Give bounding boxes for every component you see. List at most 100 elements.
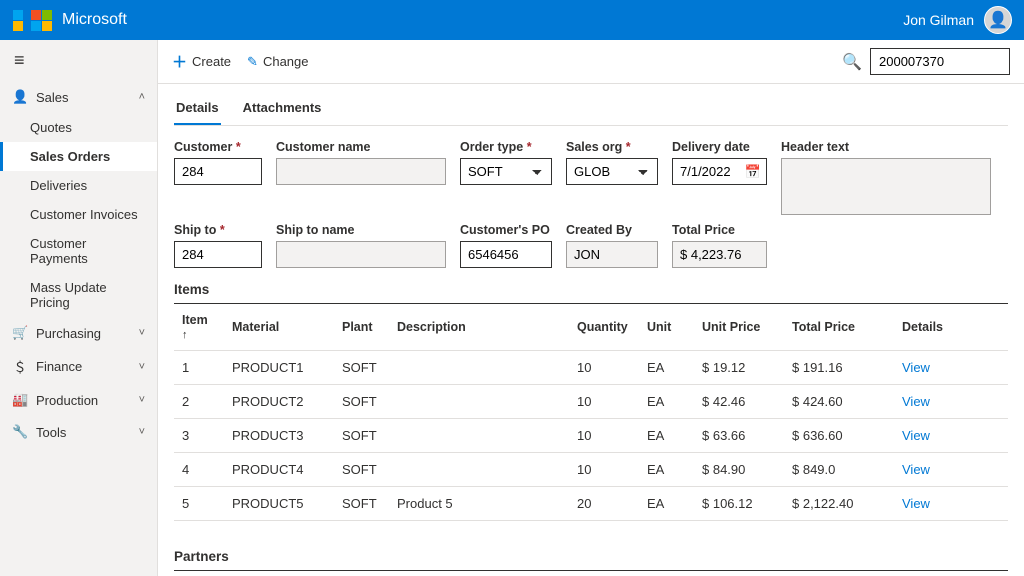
sidebar-item-customer-invoices[interactable]: Customer Invoices <box>0 200 157 229</box>
sidebar: ≡ 👤 Sales ˄ Quotes Sales Orders Deliveri… <box>0 40 158 576</box>
col-role[interactable]: Role <box>174 571 229 576</box>
sales-org-select[interactable]: GLOB <box>566 158 658 185</box>
view-link[interactable]: View <box>902 496 930 511</box>
col-quantity[interactable]: Quantity <box>569 304 639 351</box>
col-customer[interactable]: Customer <box>344 571 418 576</box>
col-description[interactable]: Description <box>229 571 344 576</box>
cell-unit: EA <box>639 385 694 419</box>
col-name[interactable]: Name <box>418 571 608 576</box>
create-label: Create <box>192 54 231 69</box>
label-ship-to: Ship to <box>174 223 262 237</box>
sidebar-item-quotes[interactable]: Quotes <box>0 113 157 142</box>
sidebar-group-finance[interactable]: ＄ Finance ˅ <box>0 349 157 384</box>
label-header-text: Header text <box>781 140 991 154</box>
sidebar-group-sales[interactable]: 👤 Sales ˄ <box>0 81 157 113</box>
col-city[interactable]: City <box>768 571 868 576</box>
col-material[interactable]: Material <box>224 304 334 351</box>
avatar[interactable]: 👤 <box>984 6 1012 34</box>
label-total-price: Total Price <box>672 223 767 237</box>
cell-material: PRODUCT1 <box>224 351 334 385</box>
app-header: Microsoft Jon Gilman 👤 <box>0 0 1024 40</box>
total-price-field <box>672 241 767 268</box>
cell-total_price: $ 849.0 <box>784 453 894 487</box>
cell-item: 1 <box>174 351 224 385</box>
sidebar-item-deliveries[interactable]: Deliveries <box>0 171 157 200</box>
order-type-select[interactable]: SOFT <box>460 158 552 185</box>
col-unit[interactable]: Unit <box>639 304 694 351</box>
customer-field[interactable] <box>174 158 262 185</box>
customers-po-field[interactable] <box>460 241 552 268</box>
dollar-icon: ＄ <box>12 357 28 376</box>
ship-to-field[interactable] <box>174 241 262 268</box>
search-icon[interactable]: 🔍 <box>842 52 862 72</box>
col-unit-price[interactable]: Unit Price <box>694 304 784 351</box>
edit-icon: ✎ <box>247 54 258 70</box>
microsoft-logo-icon <box>31 10 52 31</box>
cell-plant: SOFT <box>334 385 389 419</box>
col-total-price[interactable]: Total Price <box>784 304 894 351</box>
sidebar-group-production[interactable]: 🏭 Production ˅ <box>0 384 157 416</box>
cell-material: PRODUCT5 <box>224 487 334 521</box>
header-text-field[interactable] <box>781 158 991 215</box>
label-customer: Customer <box>174 140 262 154</box>
sidebar-label: Production <box>36 393 98 408</box>
sidebar-item-mass-update-pricing[interactable]: Mass Update Pricing <box>0 273 157 317</box>
cell-unit_price: $ 106.12 <box>694 487 784 521</box>
label-ship-to-name: Ship to name <box>276 223 446 237</box>
search-input[interactable] <box>870 48 1010 75</box>
col-plant[interactable]: Plant <box>334 304 389 351</box>
user-name[interactable]: Jon Gilman <box>903 12 974 28</box>
table-row: 5PRODUCT5SOFTProduct 520EA$ 106.12$ 2,12… <box>174 487 1008 521</box>
change-button[interactable]: ✎ Change <box>247 54 308 70</box>
sidebar-item-customer-payments[interactable]: Customer Payments <box>0 229 157 273</box>
cell-item: 5 <box>174 487 224 521</box>
cell-total_price: $ 2,122.40 <box>784 487 894 521</box>
hamburger-icon[interactable]: ≡ <box>0 40 157 81</box>
cell-quantity: 10 <box>569 453 639 487</box>
label-customers-po: Customer's PO <box>460 223 552 237</box>
sidebar-label: Tools <box>36 425 66 440</box>
view-link[interactable]: View <box>902 462 930 477</box>
tab-attachments[interactable]: Attachments <box>241 92 324 125</box>
factory-icon: 🏭 <box>12 392 28 408</box>
sidebar-group-tools[interactable]: 🔧 Tools ˅ <box>0 416 157 448</box>
col-description[interactable]: Description <box>389 304 569 351</box>
sidebar-label: Finance <box>36 359 82 374</box>
wrench-icon: 🔧 <box>12 424 28 440</box>
cell-description <box>389 351 569 385</box>
view-link[interactable]: View <box>902 428 930 443</box>
microsoft-logo-icon <box>12 10 23 31</box>
cell-unit: EA <box>639 419 694 453</box>
cell-material: PRODUCT2 <box>224 385 334 419</box>
ship-to-name-field <box>276 241 446 268</box>
partners-table: Role Description Customer Name Street Ci… <box>174 570 1008 576</box>
sidebar-group-purchasing[interactable]: 🛒 Purchasing ˅ <box>0 317 157 349</box>
sidebar-label: Purchasing <box>36 326 101 341</box>
col-item[interactable]: Item <box>174 304 224 351</box>
table-row: 2PRODUCT2SOFT10EA$ 42.46$ 424.60View <box>174 385 1008 419</box>
view-link[interactable]: View <box>902 394 930 409</box>
col-street[interactable]: Street <box>608 571 768 576</box>
col-state[interactable]: State <box>868 571 923 576</box>
sidebar-item-sales-orders[interactable]: Sales Orders <box>0 142 157 171</box>
cell-plant: SOFT <box>334 453 389 487</box>
cell-item: 3 <box>174 419 224 453</box>
main-content: ＋ Create ✎ Change 🔍 Details Attachments … <box>158 40 1024 576</box>
cell-material: PRODUCT3 <box>224 419 334 453</box>
create-button[interactable]: ＋ Create <box>172 51 231 72</box>
tab-details[interactable]: Details <box>174 92 221 125</box>
cell-quantity: 10 <box>569 419 639 453</box>
cell-plant: SOFT <box>334 487 389 521</box>
delivery-date-field[interactable] <box>672 158 767 185</box>
tabs: Details Attachments <box>174 92 1008 126</box>
created-by-field <box>566 241 658 268</box>
view-link[interactable]: View <box>902 360 930 375</box>
sidebar-label: Sales <box>36 90 69 105</box>
cell-quantity: 10 <box>569 351 639 385</box>
col-zip[interactable]: Zip Code <box>923 571 1008 576</box>
cell-plant: SOFT <box>334 419 389 453</box>
cell-unit: EA <box>639 453 694 487</box>
cart-icon: 🛒 <box>12 325 28 341</box>
col-details[interactable]: Details <box>894 304 1008 351</box>
cell-item: 4 <box>174 453 224 487</box>
